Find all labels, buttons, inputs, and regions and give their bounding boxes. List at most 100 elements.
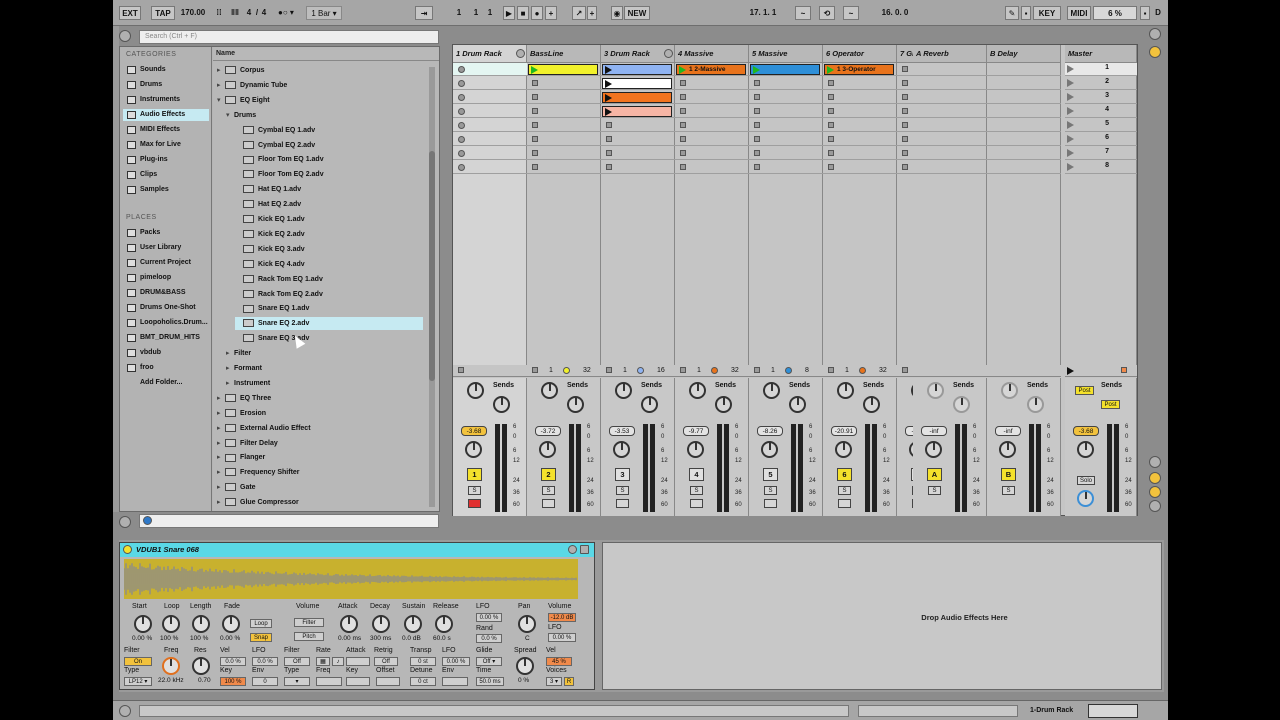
clip-stop-icon[interactable] — [754, 122, 760, 128]
expand-arrow-icon[interactable]: ▸ — [226, 347, 234, 360]
return-activator[interactable]: A — [927, 468, 942, 481]
clip-slot[interactable] — [453, 63, 527, 76]
post-toggle-a[interactable]: Post — [1075, 386, 1094, 395]
transpose-field[interactable]: 0 st — [410, 657, 436, 666]
detune-field[interactable]: 0 ct — [410, 677, 436, 686]
retrig-off[interactable]: Off — [374, 657, 398, 666]
play-icon[interactable]: ▶ — [503, 6, 515, 20]
pan-knob[interactable] — [518, 615, 536, 633]
arrangement-position-beat[interactable]: 1 — [469, 6, 483, 20]
filter-vel-amount[interactable]: 0.0 % — [220, 657, 246, 666]
clip-stop-icon[interactable] — [754, 136, 760, 142]
clip-slot[interactable] — [601, 133, 675, 146]
mixer-toggle-icon[interactable] — [1149, 456, 1161, 468]
simpler-knob[interactable] — [134, 615, 152, 633]
send-a-knob[interactable] — [541, 382, 558, 399]
filter-res-knob[interactable] — [192, 657, 210, 675]
io-toggle-icon[interactable] — [1149, 28, 1161, 40]
expand-arrow-icon[interactable]: ▸ — [217, 407, 225, 420]
clip[interactable] — [750, 64, 820, 75]
place-item-froo[interactable]: froo — [123, 362, 209, 374]
clip-slot[interactable] — [453, 77, 527, 90]
follow-icon[interactable]: ⇥ — [415, 6, 433, 20]
track-activator[interactable]: 3 — [615, 468, 630, 481]
spread-knob[interactable] — [516, 657, 534, 675]
file-item[interactable]: Rack Tom EQ 1.adv — [235, 273, 423, 286]
clip-slot[interactable] — [601, 77, 675, 90]
clip-launch-icon[interactable] — [605, 66, 612, 74]
track-fold-icon[interactable] — [516, 49, 525, 58]
expand-arrow-icon[interactable]: ▸ — [217, 481, 225, 494]
browser-search-input[interactable]: Search (Ctrl + F) — [139, 30, 439, 44]
file-item[interactable]: ▸ Corpus — [217, 64, 423, 77]
category-item-midi-effects[interactable]: MIDI Effects — [123, 124, 209, 136]
file-item[interactable]: Snare EQ 3.adv — [235, 332, 423, 345]
clip-launch-icon[interactable] — [679, 66, 686, 74]
stop-all-icon[interactable] — [754, 367, 760, 373]
clip-stop-icon[interactable] — [680, 136, 686, 142]
track-volume-field[interactable]: -8.26 — [757, 426, 783, 436]
clip-stop-icon[interactable] — [680, 164, 686, 170]
file-item[interactable]: Cymbal EQ 1.adv — [235, 124, 423, 137]
lfo-type-menu[interactable]: ▾ — [284, 677, 310, 686]
metronome-icon[interactable]: ●○ ▾ — [276, 6, 296, 20]
send-a-knob[interactable] — [467, 382, 484, 399]
send-a-knob[interactable] — [615, 382, 632, 399]
pan-knob[interactable] — [761, 441, 778, 458]
scene-slot[interactable]: 4 — [1065, 105, 1137, 118]
punch-in-icon[interactable]: ~ — [795, 6, 811, 20]
file-item[interactable]: Snare EQ 2.adv — [235, 317, 423, 331]
clip-slot[interactable] — [601, 63, 675, 76]
glide-time[interactable]: 50.0 ms — [476, 677, 504, 686]
track-fold-icon[interactable] — [664, 49, 673, 58]
arm-button[interactable] — [542, 499, 555, 508]
ext-sync-button[interactable]: EXT — [119, 6, 141, 20]
clip-slot[interactable] — [675, 77, 749, 90]
clip-stop-icon[interactable] — [532, 94, 538, 100]
track-header[interactable]: 5 Massive — [749, 45, 823, 63]
metronome-bars-icon[interactable]: ⁞⁞ — [214, 6, 224, 20]
scene-slot[interactable]: 6 — [1065, 133, 1137, 146]
file-item[interactable]: Kick EQ 2.adv — [235, 228, 423, 241]
volume-toggle-icon[interactable] — [1149, 500, 1161, 512]
loop-length-field[interactable]: 16. 0. 0 — [865, 6, 925, 20]
loop-start-field[interactable]: 17. 1. 1 — [733, 6, 793, 20]
scene-launch-icon[interactable] — [1067, 163, 1074, 171]
preview-headphone-icon[interactable] — [143, 516, 152, 525]
clip-stop-icon[interactable] — [606, 150, 612, 156]
device-save-icon[interactable] — [568, 545, 577, 554]
file-item[interactable]: ▸ Gate — [217, 481, 423, 494]
sends-toggle-icon[interactable] — [1149, 46, 1161, 58]
clip-stop-icon[interactable] — [532, 108, 538, 114]
stop-all-clips-icon[interactable] — [1121, 367, 1127, 373]
clip-slot[interactable] — [675, 147, 749, 160]
clip-slot[interactable] — [527, 63, 601, 76]
file-item[interactable]: ▾ Drums — [226, 109, 423, 122]
clip[interactable] — [528, 64, 598, 75]
send-b-knob[interactable] — [567, 396, 584, 413]
send-b-knob[interactable] — [789, 396, 806, 413]
simpler-knob[interactable] — [222, 615, 240, 633]
clip-slot[interactable] — [527, 91, 601, 104]
simpler-knob[interactable] — [192, 615, 210, 633]
track-activator[interactable]: 4 — [689, 468, 704, 481]
track-volume-field[interactable]: -3.72 — [535, 426, 561, 436]
clip-stop-icon[interactable] — [902, 164, 908, 170]
solo-button[interactable]: S — [542, 486, 555, 495]
crossfader-toggle-icon[interactable] — [1149, 472, 1161, 484]
expand-arrow-icon[interactable]: ▸ — [226, 362, 234, 375]
category-item-drums[interactable]: Drums — [123, 79, 209, 91]
file-item[interactable]: Floor Tom EQ 1.adv — [235, 153, 423, 166]
file-item[interactable]: Kick EQ 3.adv — [235, 243, 423, 256]
clip-slot[interactable] — [453, 91, 527, 104]
clip-slot[interactable] — [527, 161, 601, 174]
rate-mode-icon[interactable]: ▦ — [316, 657, 330, 666]
time-sig-numerator[interactable]: 4 — [245, 6, 253, 20]
expand-arrow-icon[interactable]: ▸ — [217, 466, 225, 479]
lfo-filter-off[interactable]: Off — [284, 657, 310, 666]
envelope-knob[interactable] — [435, 615, 453, 633]
pitch-lfo-amount[interactable]: 0.00 % — [442, 657, 470, 666]
simpler-title-bar[interactable]: VDUB1 Snare 068 — [120, 543, 594, 557]
place-item-packs[interactable]: Packs — [123, 227, 209, 239]
info-view-toggle-icon[interactable] — [119, 705, 131, 717]
